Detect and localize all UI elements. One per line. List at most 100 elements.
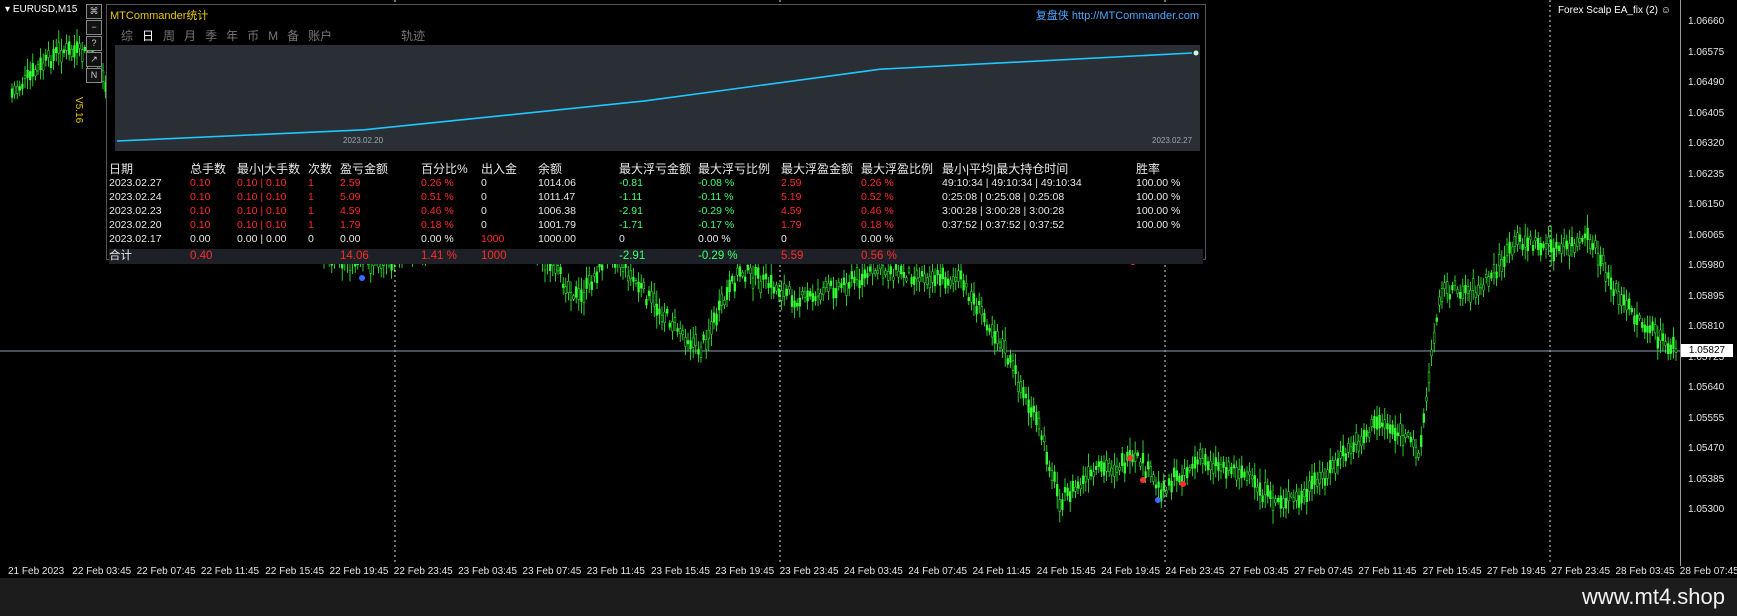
candle-body [897, 271, 900, 278]
tab-7[interactable]: M [268, 29, 278, 43]
candle-body [1433, 331, 1436, 344]
tab-2[interactable]: 周 [163, 27, 175, 44]
candle-body [1661, 333, 1665, 341]
candle-body [1414, 447, 1418, 458]
candle-body [1056, 484, 1059, 497]
candle-body [939, 274, 942, 286]
candle-body [1521, 244, 1524, 250]
candle-body [827, 282, 830, 292]
candle-body [1240, 465, 1243, 478]
cell: 1000 [481, 250, 507, 262]
candle-body [1417, 452, 1420, 458]
candle-body [1635, 314, 1639, 325]
candle-body [1118, 466, 1121, 471]
cell: 1 [308, 219, 314, 231]
cell: -2.91 [619, 205, 643, 217]
cell: 2023.02.24 [109, 191, 162, 203]
candle-body [1472, 278, 1475, 291]
candle-body [1037, 417, 1041, 430]
candle-body [1495, 271, 1498, 279]
price-axis[interactable]: 1.06660 1.06575 1.06490 1.06405 1.06320 1.062… [1680, 0, 1737, 566]
candle-body [1550, 239, 1553, 253]
time-axis[interactable]: 21 Feb 2023 22 Feb 03:45 22 Feb 07:45 22 Fe… [0, 564, 1737, 578]
candle-body [718, 300, 721, 311]
tab-9[interactable]: 账户 [308, 27, 332, 44]
chart-area[interactable]: ▾ EURUSD,M15 Forex Scalp EA_fix (2) ☺ ⌘ … [0, 0, 1737, 566]
candle-body [1321, 471, 1324, 479]
cell: 0 [781, 233, 787, 245]
cell: 次数 [308, 162, 333, 176]
candle-body [980, 306, 983, 316]
cell: 合计 [109, 250, 132, 262]
candle-body [575, 286, 578, 298]
candle-body [811, 293, 814, 302]
candle-body [1300, 490, 1303, 504]
time-tick-label: 23 Feb 23:45 [779, 566, 839, 577]
tab-8[interactable]: 备 [287, 27, 299, 44]
candle-body [1121, 453, 1124, 466]
tab-3[interactable]: 月 [184, 27, 196, 44]
candle-body [658, 308, 661, 315]
candle-body [996, 331, 999, 344]
candle-body [1487, 276, 1490, 287]
candle-body [1573, 243, 1576, 253]
candle-body [1256, 487, 1259, 493]
candle-body [1279, 495, 1282, 509]
time-tick-label: 22 Feb 07:45 [136, 566, 196, 577]
candle-body [1508, 241, 1511, 254]
tab-10[interactable]: 轨迹 [401, 27, 425, 44]
candle-body [580, 289, 583, 302]
candle-body [1599, 254, 1602, 267]
tab-0[interactable]: 综 [121, 27, 133, 44]
candle-body [853, 276, 856, 284]
candle-body [1030, 407, 1033, 418]
settings-icon[interactable]: ⌘ [86, 4, 102, 19]
tab-1[interactable]: 日 [142, 27, 154, 44]
candle-body [34, 69, 37, 77]
candle-body [668, 322, 671, 328]
equity-chart [116, 50, 1199, 142]
minimize-icon[interactable]: − [86, 20, 102, 35]
candle-body [801, 290, 804, 296]
cell: 日期 [109, 162, 134, 176]
candle-body [1261, 495, 1264, 502]
panel-brand[interactable]: 复盘侠 http://MTCommander.com [1036, 7, 1199, 23]
candle-body [978, 300, 981, 306]
help-icon[interactable]: ? [86, 36, 102, 51]
tab-4[interactable]: 季 [205, 27, 217, 44]
dropdown-arrow-icon[interactable]: ▾ [5, 4, 10, 15]
candle-body [913, 276, 916, 285]
candle-body [676, 328, 679, 332]
candle-body [728, 279, 731, 293]
ea-name-label[interactable]: Forex Scalp EA_fix (2) ☺ [1558, 5, 1671, 16]
cell: 2023.02.23 [109, 205, 162, 217]
site-watermark[interactable]: www.mt4.shop [1582, 584, 1725, 610]
candle-body [1058, 499, 1061, 512]
candle-body [1191, 463, 1194, 469]
candle-body [1625, 300, 1628, 311]
cell: 100.00 % [1136, 191, 1181, 203]
candle-body [1578, 238, 1581, 243]
candle-body [1596, 253, 1600, 266]
candle-body [663, 311, 666, 323]
candle-body [985, 324, 989, 331]
cell: 最小|大手数 [237, 162, 301, 176]
candle-body [1232, 464, 1236, 469]
tab-5[interactable]: 年 [226, 27, 238, 44]
candle-body [874, 270, 877, 275]
tab-6[interactable]: 币 [247, 27, 259, 44]
candle-body [57, 42, 60, 54]
time-tick-label: 23 Feb 11:45 [586, 566, 645, 577]
candle-body [764, 273, 768, 280]
candle-body [1349, 446, 1353, 455]
time-tick-label: 23 Feb 07:45 [522, 566, 582, 577]
candle-body [62, 49, 66, 54]
time-tick-label: 27 Feb 07:45 [1294, 566, 1353, 577]
candle-body [1552, 247, 1555, 262]
candle-body [1222, 461, 1225, 468]
cell: 1014.06 [538, 177, 576, 189]
candle-body [1323, 477, 1327, 486]
arrow-icon[interactable]: ↗ [86, 52, 102, 67]
news-icon[interactable]: N [86, 68, 102, 83]
cell: 0.00 % [421, 233, 454, 245]
